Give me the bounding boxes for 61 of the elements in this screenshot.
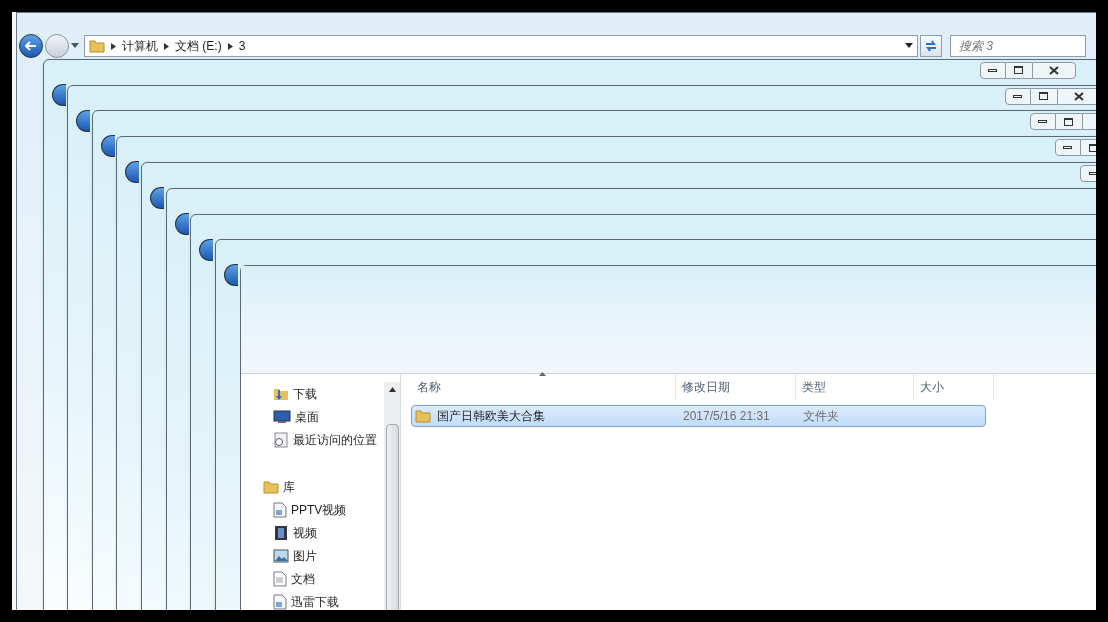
nav-item[interactable]: 最近访问的位置 (273, 428, 384, 451)
folder-icon (89, 39, 105, 53)
back-button[interactable] (19, 34, 43, 58)
breadcrumb-arrow-icon[interactable] (111, 42, 116, 50)
desktop-icon (273, 409, 291, 424)
nav-item[interactable]: 下载 (273, 382, 384, 405)
file-type: 文件夹 (802, 408, 840, 425)
picture-icon (273, 548, 289, 563)
nav-item[interactable]: 库 (263, 475, 384, 498)
back-button[interactable] (199, 238, 214, 261)
breadcrumb-arrow-icon[interactable] (227, 42, 233, 50)
refresh-button[interactable] (920, 35, 942, 57)
nav-item[interactable]: PPTV视频 (273, 498, 384, 521)
dropdown-icon[interactable] (905, 43, 913, 49)
file-name: 国产日韩欧美大合集 (437, 408, 545, 425)
close-icon (1049, 65, 1059, 75)
nav-item[interactable]: 图片 (273, 544, 384, 567)
back-button[interactable] (223, 264, 238, 287)
modified-date: 2017/5/16 21:31 (682, 408, 771, 425)
folder-icon (415, 409, 431, 423)
back-button[interactable] (125, 161, 140, 184)
breadcrumb[interactable]: 3 (238, 37, 246, 55)
back-arrow-icon (25, 41, 37, 51)
breadcrumb-arrow-icon[interactable] (164, 42, 169, 50)
minimize-button[interactable] (1030, 113, 1056, 131)
close-icon (1074, 91, 1084, 101)
nav-item[interactable]: 迅雷下载 (273, 590, 384, 610)
back-button[interactable] (100, 135, 115, 158)
film-icon (273, 524, 289, 541)
address-field[interactable]: 计算机 文档 (E:) 3 (84, 35, 918, 57)
maximize-button[interactable] (1031, 87, 1057, 105)
dropdown-icon[interactable] (71, 43, 79, 49)
file-row[interactable]: 国产日韩欧美大合集 2017/5/16 21:31 文件夹 (411, 405, 986, 427)
column-header[interactable]: 修改日期 (676, 374, 796, 400)
sort-arrow-icon (539, 372, 546, 376)
library-icon (263, 479, 279, 494)
back-button[interactable] (76, 109, 91, 132)
breadcrumb[interactable]: 文档 (E:) (175, 37, 222, 55)
maximize-button[interactable] (1006, 61, 1032, 79)
scroll-up-arrow-icon[interactable] (388, 387, 396, 392)
close-button[interactable] (1032, 61, 1076, 79)
back-button[interactable] (150, 187, 164, 209)
close-button[interactable] (1057, 87, 1096, 105)
column-header[interactable]: 类型 (796, 374, 914, 400)
document-icon (273, 570, 287, 587)
refresh-icon (924, 40, 938, 52)
search-field[interactable]: 搜索 3 (950, 35, 1086, 57)
nav-item[interactable]: 视频 (273, 521, 384, 544)
nav-item[interactable]: 桌面 (273, 405, 384, 428)
breadcrumb[interactable]: 计算机 (122, 37, 158, 55)
recent-places-icon (273, 431, 289, 448)
back-button[interactable] (174, 212, 189, 235)
column-header[interactable]: 大小 (914, 374, 994, 400)
scrollbar[interactable] (384, 382, 400, 610)
maximize-button[interactable] (1056, 113, 1082, 131)
back-button[interactable] (51, 83, 66, 106)
minimize-button[interactable] (1055, 139, 1081, 157)
file-icon (273, 501, 287, 518)
minimize-button[interactable] (980, 61, 1006, 79)
minimize-button[interactable] (1005, 87, 1031, 105)
nav-item[interactable]: 文档 (273, 567, 384, 590)
